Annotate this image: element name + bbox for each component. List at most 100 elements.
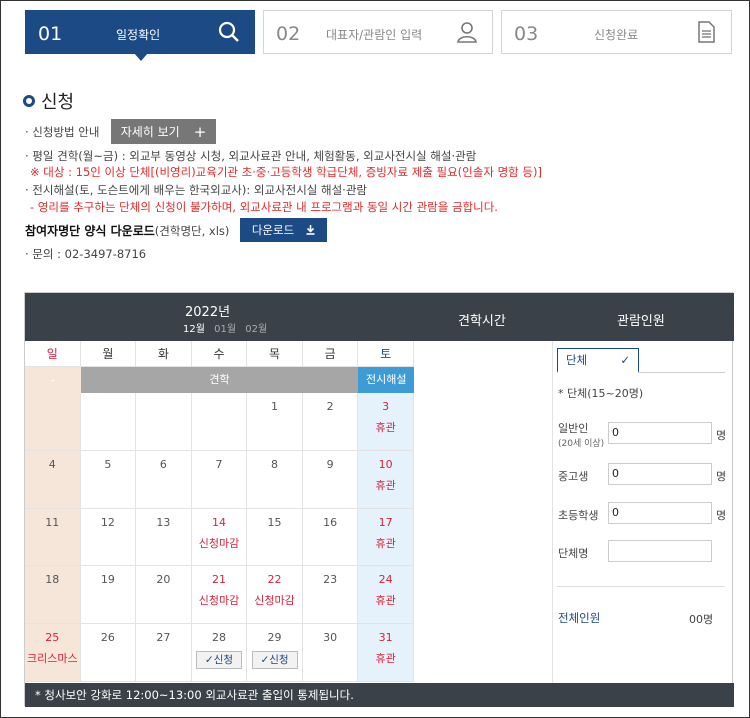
weekday-tour-text: · 평일 견학(월~금) : 외교부 동영상 시청, 외교사료관 안내, 체험활… (25, 149, 477, 163)
calendar-day[interactable]: 12 (80, 508, 137, 567)
calendar-week: 25 크리스마스 26 27 28 ✓신청 29 ✓신청 30 31 휴관 (25, 624, 414, 682)
middle-label: 중고생 (558, 470, 589, 483)
general-count-input[interactable]: 0 (608, 422, 712, 444)
day-number: 26 (100, 631, 115, 645)
day-number (81, 400, 136, 414)
calendar-day[interactable]: 23 (302, 566, 359, 625)
day-number: 15 (267, 515, 282, 529)
calendar-day[interactable]: 22 신청마감 (247, 566, 303, 625)
calendar-day[interactable]: 5 (80, 450, 137, 509)
check-icon: ✓ (620, 353, 630, 367)
day-number: 19 (100, 573, 115, 587)
calendar-day[interactable]: 2 (302, 393, 359, 451)
exhibit-note: - 영리를 추구하는 단체의 신청이 불가하며, 외교사료관 내 프로그램과 동… (30, 200, 498, 214)
calendar-day[interactable]: 16 (302, 508, 359, 567)
weekday-label: 목 (247, 341, 303, 367)
person-icon (457, 22, 477, 43)
day-number: 30 (323, 631, 338, 645)
people-column: 단체 ✓ * 단체(15~20명) 일반인 (20세 이상) 0 명 중고생 0… (555, 341, 734, 683)
section-title-text: 신청 (41, 92, 75, 113)
calendar-day[interactable]: 13 (136, 508, 192, 567)
day-note: 크리스마스 (26, 652, 78, 666)
day-number (192, 400, 247, 414)
calendar-day[interactable]: 28 ✓신청 (191, 624, 248, 682)
step-3-complete[interactable]: 03 신청완료 (501, 10, 732, 54)
day-note: 휴관 (375, 652, 396, 666)
calendar-day[interactable]: 4 (25, 450, 81, 509)
calendar-day[interactable]: 31 휴관 (358, 624, 414, 682)
apply-chip[interactable]: ✓신청 (195, 651, 242, 670)
document-icon (698, 21, 715, 43)
step-1-schedule[interactable]: 01 일정확인 (25, 10, 255, 61)
calendar-grid: 일 월 화 수 목 금 토 - 견학 전시해설 1 2 3 휴관 4 5 6 7 8 9 10 휴관 1… (25, 341, 414, 682)
day-number: 5 (104, 457, 112, 471)
calendar-day[interactable]: 27 (136, 624, 192, 682)
day-number: 4 (48, 457, 56, 471)
active-step-arrow (134, 53, 148, 61)
reservation-panel: 2022년 12월 01월 02월 견학시간 관람인원 일 월 화 수 목 금 … (24, 292, 734, 707)
day-number: 10 (378, 457, 393, 471)
weekday-label: 월 (80, 341, 137, 367)
calendar-week: 18 19 20 21 신청마감 22 신청마감 23 24 휴관 (25, 566, 414, 625)
plus-icon: + (193, 122, 207, 141)
general-row-label: 일반인 (20세 이상) (558, 420, 604, 449)
step-2-representative[interactable]: 02 대표자/관람인 입력 (263, 10, 493, 54)
calendar-day (25, 393, 81, 451)
calendar-week: 11 12 13 14 신청마감 15 16 17 휴관 (25, 508, 414, 567)
calendar-weeks: 1 2 3 휴관 4 5 6 7 8 9 10 휴관 11 12 13 14 신청마감 15 16 17 휴관 18 19 2… (25, 393, 414, 682)
calendar-day[interactable]: 11 (25, 508, 81, 567)
month-tab[interactable]: 02월 (245, 324, 267, 335)
group-name-label: 단체명 (558, 547, 589, 560)
calendar-day[interactable]: 6 (136, 450, 192, 509)
calendar-day[interactable]: 8 (247, 450, 303, 509)
contact-text: · 문의 : 02-3497-8716 (25, 247, 147, 261)
calendar-day[interactable]: 21 신청마감 (191, 566, 248, 625)
calendar-day[interactable]: 24 휴관 (358, 566, 414, 625)
calendar-day[interactable]: 7 (191, 450, 248, 509)
day-number: 20 (156, 573, 171, 587)
detail-button-label: 자세히 보기 (120, 125, 180, 139)
elementary-count-input[interactable]: 0 (608, 502, 712, 524)
month-tab-current[interactable]: 12월 (183, 324, 205, 335)
calendar-day[interactable]: 17 휴관 (358, 508, 414, 567)
calendar-day[interactable]: 25 크리스마스 (25, 624, 81, 682)
tab-group[interactable]: 단체 ✓ (557, 348, 639, 373)
day-number (136, 400, 191, 414)
calendar-day[interactable]: 3 휴관 (358, 393, 414, 451)
day-note: 신청마감 (254, 594, 295, 608)
calendar-day[interactable]: 29 ✓신청 (247, 624, 303, 682)
calendar-day (80, 393, 137, 451)
step-label: 일정확인 (116, 28, 161, 42)
download-button[interactable]: 다운로드 (240, 218, 327, 242)
general-sublabel: (20세 이상) (558, 439, 605, 449)
calendar-day[interactable]: 14 신청마감 (191, 508, 248, 567)
calendar-day[interactable]: 10 휴관 (358, 450, 414, 509)
calendar-day[interactable]: 9 (302, 450, 359, 509)
day-note: 휴관 (375, 594, 396, 608)
month-tab[interactable]: 01월 (214, 324, 236, 335)
calendar-day[interactable]: 19 (80, 566, 137, 625)
day-number: 6 (159, 457, 167, 471)
step-label: 대표자/관람인 입력 (326, 28, 423, 42)
calendar-day[interactable]: 1 (247, 393, 303, 451)
day-number: 25 (45, 631, 60, 645)
detail-button[interactable]: 자세히 보기 + (111, 119, 216, 144)
calendar-day[interactable]: 20 (136, 566, 192, 625)
people-column-header: 관람인원 (617, 314, 665, 329)
apply-chip[interactable]: ✓신청 (251, 651, 298, 670)
calendar-day[interactable]: 18 (25, 566, 81, 625)
calendar-day (191, 393, 248, 451)
middle-count-input[interactable]: 0 (608, 463, 712, 485)
day-number: 18 (45, 573, 60, 587)
weekday-label: 수 (191, 341, 248, 367)
group-size-note: * 단체(15~20명) (558, 387, 644, 400)
weekday-tour-bar: 견학 (80, 367, 359, 393)
calendar-day[interactable]: 30 (302, 624, 359, 682)
day-number: 27 (156, 631, 171, 645)
calendar-day[interactable]: 26 (80, 624, 137, 682)
group-name-input[interactable] (608, 540, 712, 562)
calendar-year: 2022년 (185, 305, 231, 320)
calendar-day[interactable]: 15 (247, 508, 303, 567)
day-number: 1 (271, 400, 279, 413)
weekday-tour-note: ※ 대상 : 15인 이상 단체[(비영리)교육기관 초·중·고등학생 학급단체… (30, 165, 542, 179)
